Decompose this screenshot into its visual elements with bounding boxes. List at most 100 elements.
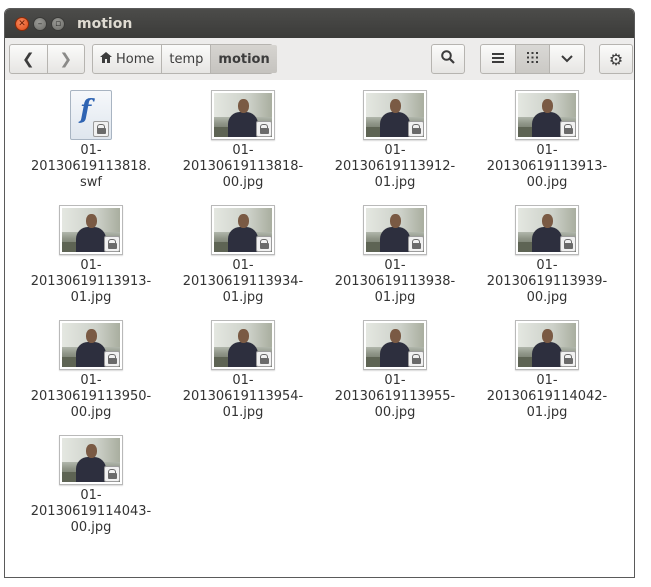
file-item[interactable]: 01- 20130619113913- 00.jpg <box>471 85 623 192</box>
file-name-line1: 01- <box>536 373 558 388</box>
file-name-line1: 01- <box>536 143 558 158</box>
lock-icon <box>408 121 424 137</box>
file-name-line1: 01- <box>536 258 558 273</box>
file-name-label: 01- 20130619113818. swf <box>21 143 161 191</box>
toolbar: ❮ ❯ Home temp motion ⚙ <box>5 38 634 81</box>
minimize-window-button[interactable]: – <box>33 16 47 31</box>
file-name-line3: 01.jpg <box>374 175 416 190</box>
close-icon: ✕ <box>18 18 26 29</box>
lock-icon <box>104 466 120 482</box>
file-name-line2: 20130619113950- <box>30 389 152 404</box>
view-switcher <box>480 44 585 74</box>
file-name-line2: 20130619113912- <box>334 159 456 174</box>
title-bar[interactable]: ✕ – ▫ motion <box>5 9 634 38</box>
file-name-line2: 20130619113913- <box>486 159 608 174</box>
file-item[interactable]: 01- 20130619114043- 00.jpg <box>15 430 167 537</box>
file-name-line1: 01- <box>80 143 102 158</box>
breadcrumb-temp[interactable]: temp <box>161 45 210 73</box>
search-button[interactable] <box>431 44 465 74</box>
file-name-line3: 00.jpg <box>374 405 416 420</box>
file-name-line3: 00.jpg <box>70 405 112 420</box>
image-thumbnail <box>515 320 579 370</box>
file-icon-area <box>57 430 125 485</box>
file-name-line2: 20130619113934- <box>182 274 304 289</box>
window-title: motion <box>77 15 133 32</box>
breadcrumb: Home temp motion <box>92 44 277 74</box>
file-icon-area <box>209 200 277 255</box>
file-manager-window: ✕ – ▫ motion ❮ ❯ Home temp motion ⚙ f 01… <box>4 8 635 578</box>
list-view-icon <box>491 52 504 67</box>
file-name-label: 01- 20130619113954- 01.jpg <box>173 373 313 421</box>
file-name-line3: 01.jpg <box>526 405 568 420</box>
file-name-line2: 20130619114042- <box>486 389 608 404</box>
back-button[interactable]: ❮ <box>10 45 47 73</box>
file-icon-area <box>57 200 125 255</box>
file-icon-area <box>209 85 277 140</box>
file-name-line1: 01- <box>232 258 254 273</box>
lock-icon <box>93 121 109 137</box>
file-name-label: 01- 20130619113955- 00.jpg <box>325 373 465 421</box>
lock-icon <box>104 236 120 252</box>
image-thumbnail <box>363 320 427 370</box>
search-icon <box>441 50 455 68</box>
file-name-label: 01- 20130619113934- 01.jpg <box>173 258 313 306</box>
file-icon-area: f <box>57 85 125 140</box>
lock-icon <box>256 121 272 137</box>
maximize-icon: ▫ <box>54 18 62 29</box>
file-name-line1: 01- <box>384 373 406 388</box>
file-name-label: 01- 20130619113912- 01.jpg <box>325 143 465 191</box>
lock-icon <box>256 236 272 252</box>
file-item[interactable]: 01- 20130619113955- 00.jpg <box>319 315 471 422</box>
close-window-button[interactable]: ✕ <box>15 16 29 31</box>
lock-icon <box>560 236 576 252</box>
file-grid: f 01- 20130619113818. swf 01- 20130619113818-… <box>15 85 625 537</box>
file-item[interactable]: 01- 20130619113939- 00.jpg <box>471 200 623 307</box>
file-name-line3: 01.jpg <box>70 290 112 305</box>
file-view[interactable]: f 01- 20130619113818. swf 01- 20130619113818-… <box>5 80 634 577</box>
file-name-line3: 00.jpg <box>526 290 568 305</box>
image-thumbnail <box>515 205 579 255</box>
file-name-line3: 01.jpg <box>374 290 416 305</box>
image-thumbnail <box>515 90 579 140</box>
view-options-button[interactable] <box>549 45 584 73</box>
breadcrumb-motion[interactable]: motion <box>210 45 277 73</box>
file-name-line3: 00.jpg <box>222 175 264 190</box>
flash-file-icon: f <box>70 90 112 140</box>
image-thumbnail <box>59 435 123 485</box>
file-name-line3: 00.jpg <box>526 175 568 190</box>
file-item[interactable]: 01- 20130619113912- 01.jpg <box>319 85 471 192</box>
grid-view-button[interactable] <box>514 45 550 73</box>
file-name-line1: 01- <box>80 258 102 273</box>
maximize-window-button[interactable]: ▫ <box>51 16 65 31</box>
image-thumbnail <box>363 205 427 255</box>
image-thumbnail <box>363 90 427 140</box>
file-name-line1: 01- <box>80 373 102 388</box>
lock-icon <box>408 236 424 252</box>
file-item[interactable]: 01- 20130619113934- 01.jpg <box>167 200 319 307</box>
breadcrumb-motion-label: motion <box>218 51 270 67</box>
file-name-label: 01- 20130619114043- 00.jpg <box>21 488 161 536</box>
file-item[interactable]: f 01- 20130619113818. swf <box>15 85 167 192</box>
file-icon-area <box>57 315 125 370</box>
file-name-label: 01- 20130619113818- 00.jpg <box>173 143 313 191</box>
forward-button[interactable]: ❯ <box>46 45 85 73</box>
file-item[interactable]: 01- 20130619113913- 01.jpg <box>15 200 167 307</box>
list-view-button[interactable] <box>481 45 515 73</box>
lock-icon <box>256 351 272 367</box>
file-item[interactable]: 01- 20130619113938- 01.jpg <box>319 200 471 307</box>
file-item[interactable]: 01- 20130619113950- 00.jpg <box>15 315 167 422</box>
file-name-label: 01- 20130619113950- 00.jpg <box>21 373 161 421</box>
file-name-line1: 01- <box>232 143 254 158</box>
settings-button[interactable]: ⚙ <box>599 44 633 74</box>
lock-icon <box>408 351 424 367</box>
home-icon <box>100 52 112 66</box>
file-item[interactable]: 01- 20130619113818- 00.jpg <box>167 85 319 192</box>
file-name-line3: swf <box>80 175 102 190</box>
file-item[interactable]: 01- 20130619114042- 01.jpg <box>471 315 623 422</box>
file-item[interactable]: 01- 20130619113954- 01.jpg <box>167 315 319 422</box>
file-name-label: 01- 20130619113913- 00.jpg <box>477 143 617 191</box>
grid-view-icon <box>527 51 538 67</box>
breadcrumb-home-label: Home <box>116 51 155 67</box>
breadcrumb-home[interactable]: Home <box>93 45 161 73</box>
file-name-line3: 01.jpg <box>222 290 264 305</box>
